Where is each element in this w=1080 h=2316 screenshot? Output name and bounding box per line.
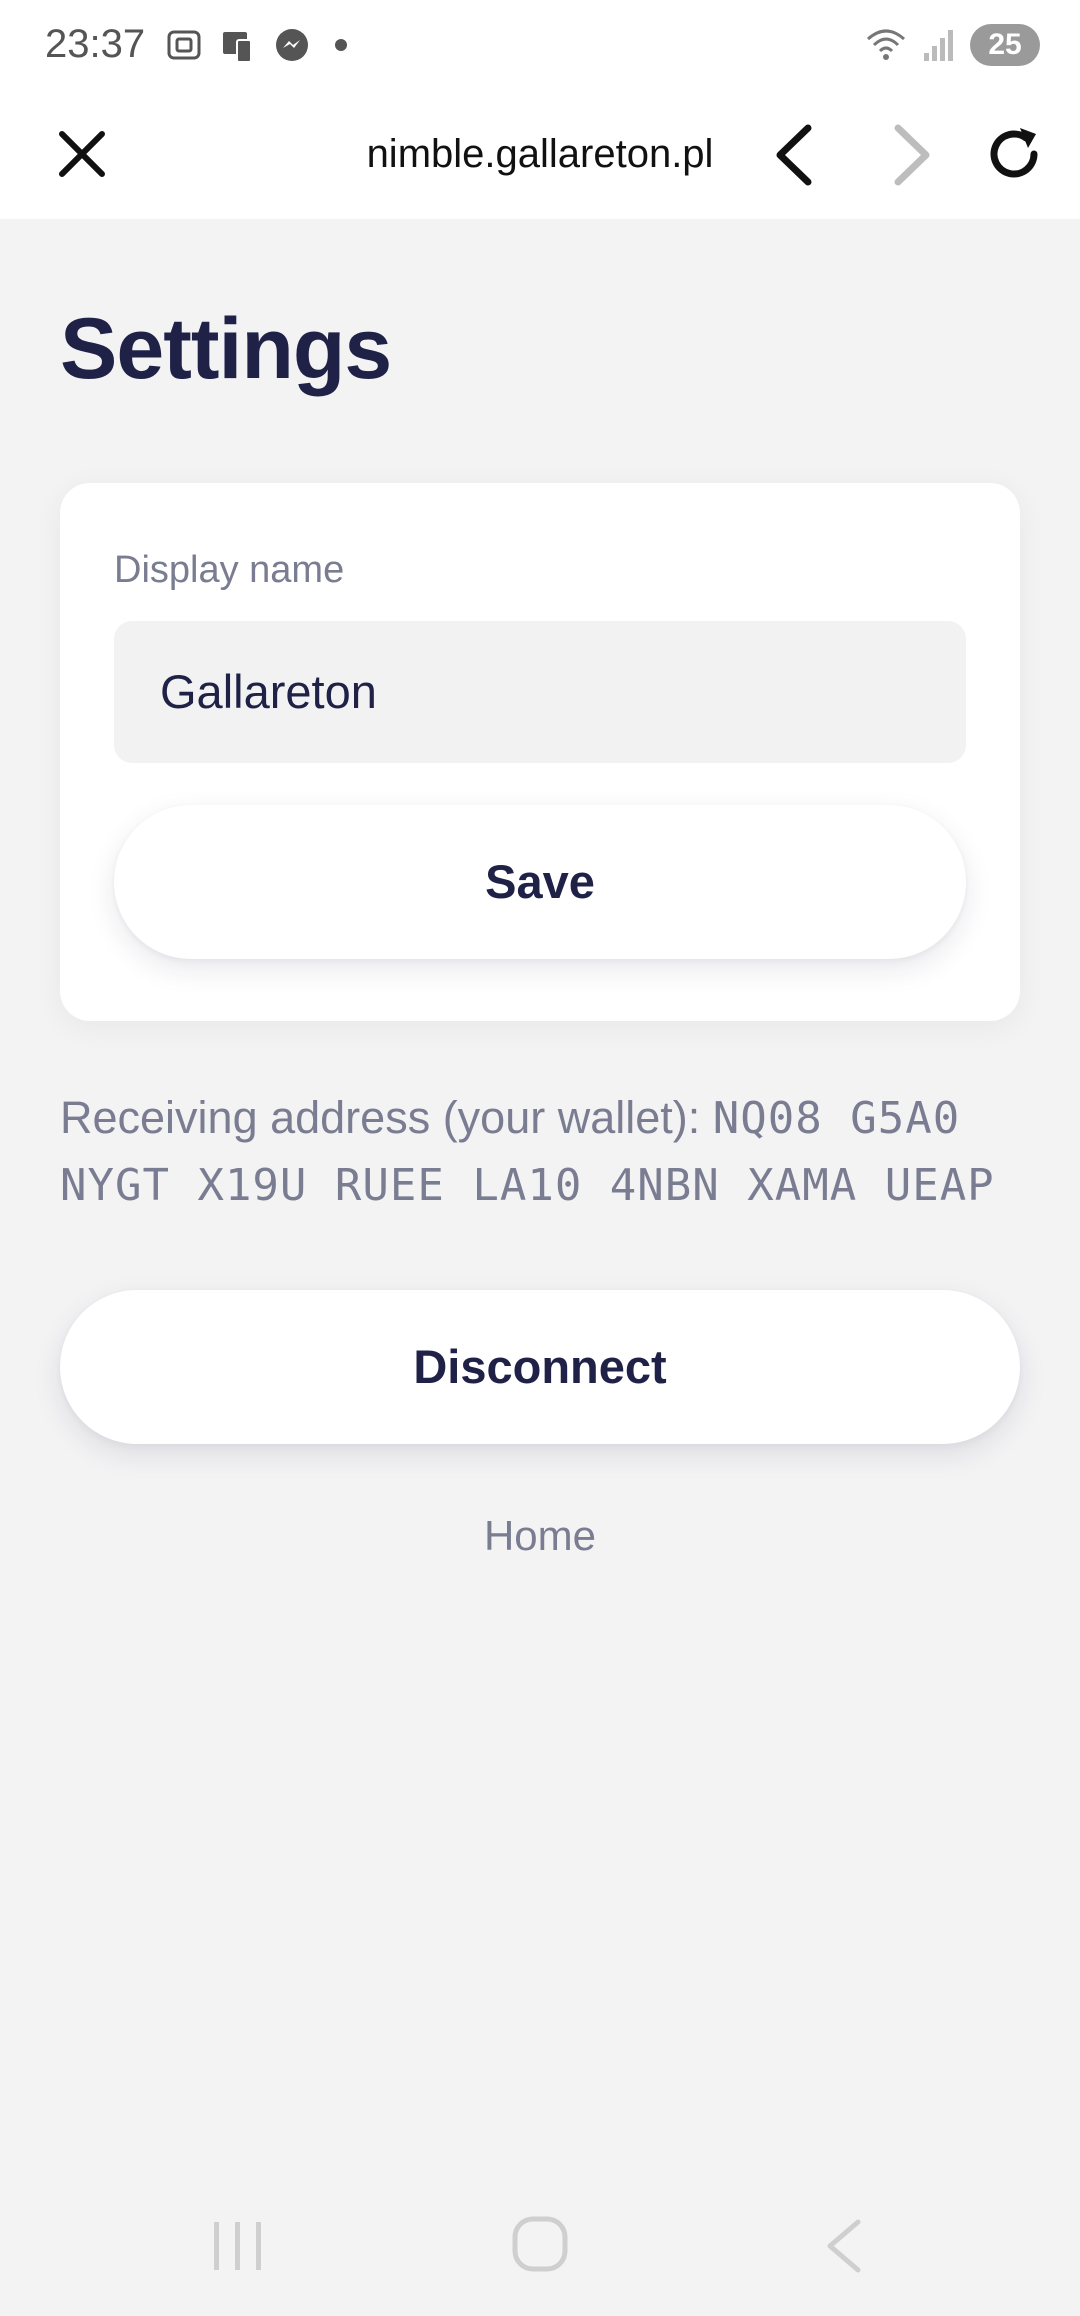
system-nav-bar <box>0 2176 1080 2316</box>
phone-clone-icon <box>223 32 252 63</box>
browser-toolbar: nimble.gallareton.pl <box>0 94 1080 219</box>
close-icon[interactable] <box>50 122 114 186</box>
forward-arrow-icon <box>894 124 930 186</box>
reload-icon[interactable] <box>980 120 1048 188</box>
battery-icon: 25 <box>970 24 1040 66</box>
url-text[interactable]: nimble.gallareton.pl <box>300 124 780 184</box>
back-arrow-icon[interactable] <box>762 120 826 190</box>
screenshot-icon <box>167 30 201 60</box>
display-name-card: Display name Gallareton Save <box>60 483 1020 1021</box>
home-link[interactable]: Home <box>0 1512 1080 1560</box>
save-button[interactable]: Save <box>114 805 966 959</box>
status-right-icons: 25 <box>864 24 1040 66</box>
messenger-icon <box>276 29 308 61</box>
status-left-icons <box>165 26 347 64</box>
disconnect-button[interactable]: Disconnect <box>60 1290 1020 1444</box>
recent-apps-icon[interactable] <box>212 2218 264 2274</box>
status-bar: 23:37 25 <box>0 0 1080 94</box>
status-time: 23:37 <box>45 22 146 66</box>
receiving-address-label: Receiving address (your wallet): <box>60 1092 713 1143</box>
back-icon[interactable] <box>820 2216 866 2276</box>
display-name-input[interactable]: Gallareton <box>114 621 966 763</box>
receiving-address: Receiving address (your wallet): NQ08 G5… <box>60 1085 1020 1219</box>
home-icon[interactable] <box>510 2214 570 2274</box>
wifi-icon <box>867 29 905 60</box>
notification-dot-icon <box>335 39 347 51</box>
page-title: Settings <box>60 301 392 397</box>
display-name-label: Display name <box>114 549 345 591</box>
signal-icon <box>924 30 953 61</box>
